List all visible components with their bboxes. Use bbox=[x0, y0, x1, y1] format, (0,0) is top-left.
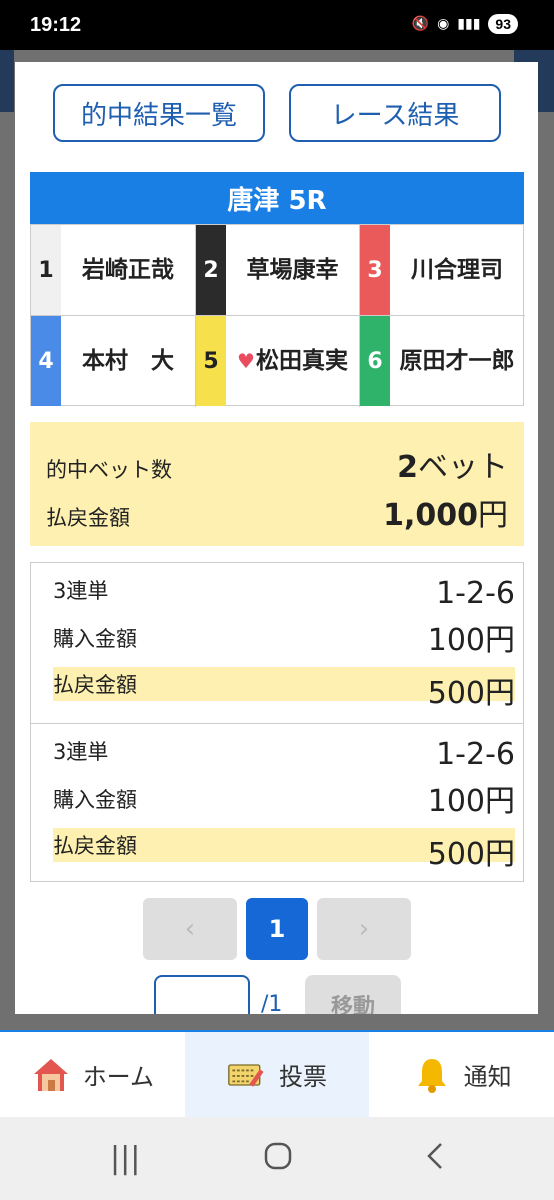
racer-name: 川合理司 bbox=[411, 256, 503, 283]
payout-label: 払戻金額 bbox=[46, 506, 130, 530]
racer-cell-3: 3 川合理司 bbox=[360, 225, 524, 315]
payout-row: 払戻金額 1,000円 bbox=[46, 490, 508, 534]
back-icon[interactable] bbox=[425, 1141, 445, 1179]
hit-count-row: 的中ベット数 2ベット bbox=[46, 442, 508, 486]
hit-result-modal: 的中結果一覧 レース結果 唐津 5R 1 岩崎正哉 2 草場康幸 3 川合理司 … bbox=[15, 62, 538, 1014]
nav-notify-label: 通知 bbox=[463, 1063, 512, 1091]
home-circle-icon[interactable] bbox=[263, 1141, 293, 1179]
bet-list: 3連単 1-2-6 購入金額 100円 払戻金額 500円 3連単 1-2-6 購入金額… bbox=[30, 562, 524, 882]
purchase-label: 購入金額 bbox=[53, 788, 137, 812]
battery-indicator: 93 bbox=[488, 14, 518, 34]
boat-number: 5 bbox=[196, 316, 226, 406]
hit-count-label: 的中ベット数 bbox=[46, 458, 172, 482]
jump-button[interactable]: 移動 bbox=[305, 975, 401, 1014]
bet-combo: 1-2-6 bbox=[436, 576, 515, 611]
mute-icon: 🔇 bbox=[411, 16, 430, 32]
nav-home-label: ホーム bbox=[82, 1063, 154, 1091]
prev-page-button[interactable]: ‹ bbox=[143, 898, 237, 960]
bottom-navigation: ホーム 投票 通知 bbox=[0, 1030, 554, 1117]
racer-name: 原田才一郎 bbox=[399, 347, 515, 374]
racer-name: 岩崎正哉 bbox=[82, 256, 174, 283]
purchase-amount: 100円 bbox=[427, 784, 515, 819]
page-number-input[interactable] bbox=[154, 975, 250, 1014]
racer-cell-5: 5 ♥ 松田真実 bbox=[196, 316, 359, 406]
racer-grid: 1 岩崎正哉 2 草場康幸 3 川合理司 4 本村 大 5 ♥ 松田真実 6 原田… bbox=[30, 224, 525, 407]
bet-combo: 1-2-6 bbox=[436, 737, 515, 772]
grid-divider bbox=[195, 225, 196, 407]
grid-divider bbox=[359, 225, 360, 407]
racer-name-wrap: ♥ 松田真実 bbox=[226, 316, 359, 406]
boat-number: 4 bbox=[31, 316, 61, 406]
purchase-amount: 100円 bbox=[427, 623, 515, 658]
payout-amount: 500円 bbox=[427, 837, 515, 872]
racer-name: 本村 大 bbox=[82, 347, 174, 374]
racer-name: 松田真実 bbox=[255, 347, 348, 374]
boat-number: 1 bbox=[31, 225, 61, 315]
nav-vote-label: 投票 bbox=[279, 1063, 327, 1091]
racer-name: 草場康幸 bbox=[246, 256, 339, 283]
race-result-button[interactable]: レース結果 bbox=[289, 84, 501, 142]
payout-amount: 500円 bbox=[427, 676, 515, 711]
status-bar: 19:12 🔇 ◉ ▮▮▮ 93 bbox=[0, 0, 554, 50]
signal-icon: ▮▮▮ bbox=[457, 16, 481, 32]
bell-icon bbox=[412, 1055, 452, 1095]
location-icon: ◉ bbox=[437, 16, 450, 32]
racer-cell-4: 4 本村 大 bbox=[31, 316, 195, 406]
purchase-label: 購入金額 bbox=[53, 627, 137, 651]
home-icon bbox=[31, 1055, 71, 1095]
status-icons: 🔇 ◉ ▮▮▮ 93 bbox=[412, 14, 518, 34]
recent-apps-icon[interactable]: ||| bbox=[110, 1141, 140, 1176]
system-navigation-bar: ||| bbox=[0, 1117, 554, 1200]
racer-cell-1: 1 岩崎正哉 bbox=[31, 225, 195, 315]
payout-value: 1,000円 bbox=[383, 498, 508, 533]
favorite-heart-icon: ♥ bbox=[237, 349, 255, 373]
racer-cell-2: 2 草場康幸 bbox=[196, 225, 359, 315]
boat-number: 3 bbox=[360, 225, 390, 315]
bet-type: 3連単 bbox=[53, 579, 109, 603]
bet-item: 3連単 1-2-6 購入金額 100円 払戻金額 500円 bbox=[31, 723, 523, 882]
racer-cell-6: 6 原田才一郎 bbox=[360, 316, 524, 406]
nav-home[interactable]: ホーム bbox=[0, 1032, 185, 1117]
status-time: 19:12 bbox=[30, 14, 82, 36]
bet-type: 3連単 bbox=[53, 740, 109, 764]
nav-notify[interactable]: 通知 bbox=[369, 1032, 554, 1117]
current-page-button[interactable]: 1 bbox=[246, 898, 308, 960]
next-page-button[interactable]: › bbox=[317, 898, 411, 960]
payout-label: 払戻金額 bbox=[53, 834, 137, 858]
boat-number: 6 bbox=[360, 316, 390, 406]
grid-divider bbox=[31, 315, 525, 316]
hit-list-button[interactable]: 的中結果一覧 bbox=[53, 84, 265, 142]
bet-item: 3連単 1-2-6 購入金額 100円 払戻金額 500円 bbox=[31, 563, 523, 722]
boat-number: 2 bbox=[196, 225, 226, 315]
hit-count-value: 2ベット bbox=[397, 450, 508, 485]
ticket-icon bbox=[227, 1055, 267, 1095]
nav-vote[interactable]: 投票 bbox=[184, 1032, 370, 1117]
page-total: /1 bbox=[261, 992, 283, 1014]
background-header-left bbox=[0, 50, 14, 112]
hit-summary: 的中ベット数 2ベット 払戻金額 1,000円 bbox=[30, 422, 524, 546]
payout-label: 払戻金額 bbox=[53, 673, 137, 697]
race-title: 唐津 5R bbox=[30, 172, 524, 224]
